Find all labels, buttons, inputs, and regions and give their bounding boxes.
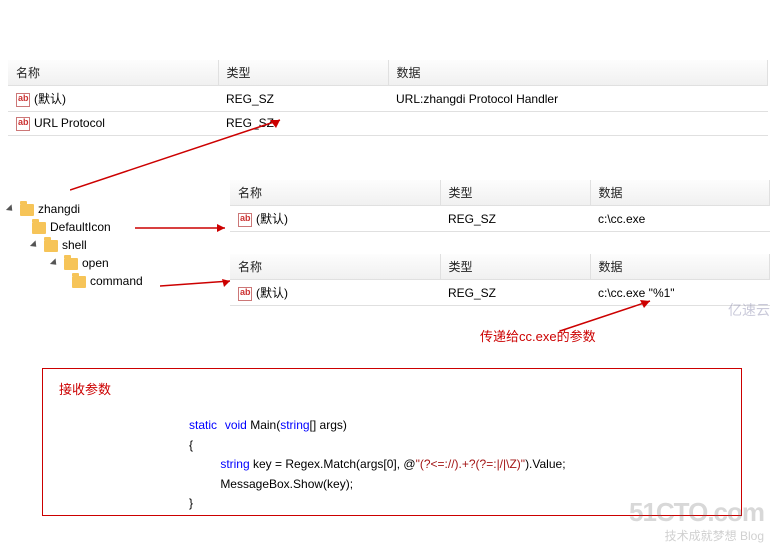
string-value-icon: [16, 93, 30, 107]
cell-name: (默认): [256, 286, 288, 300]
cell-type: REG_SZ: [218, 86, 388, 112]
tree-node-shell[interactable]: shell: [8, 236, 208, 254]
watermark-main: 51CTO.com: [629, 497, 764, 528]
expander-icon[interactable]: [8, 203, 18, 213]
table-row[interactable]: (默认) REG_SZ c:\cc.exe "%1": [230, 280, 770, 306]
folder-icon: [64, 258, 78, 270]
col-name[interactable]: 名称: [230, 180, 440, 206]
registry-table-command: 名称 类型 数据 (默认) REG_SZ c:\cc.exe "%1": [230, 254, 770, 306]
table-row[interactable]: (默认) REG_SZ URL:zhangdi Protocol Handler: [8, 86, 768, 112]
registry-tree: zhangdi DefaultIcon shell open command: [8, 200, 208, 290]
tree-node-open[interactable]: open: [8, 254, 208, 272]
tree-node-defaulticon[interactable]: DefaultIcon: [8, 218, 208, 236]
tree-node-zhangdi[interactable]: zhangdi: [8, 200, 208, 218]
string-value-icon: [238, 287, 252, 301]
code-snippet-title: 接收参数: [59, 379, 725, 398]
col-data[interactable]: 数据: [590, 254, 770, 280]
table-header: 名称 类型 数据: [230, 254, 770, 280]
registry-table-main: 名称 类型 数据 (默认) REG_SZ URL:zhangdi Protoco…: [8, 60, 768, 136]
cell-name: (默认): [34, 92, 66, 106]
folder-icon: [20, 204, 34, 216]
string-value-icon: [16, 117, 30, 131]
cell-data: c:\cc.exe: [590, 206, 770, 232]
table-row[interactable]: (默认) REG_SZ c:\cc.exe: [230, 206, 770, 232]
watermark-cloud: 亿速云: [728, 300, 770, 320]
watermark-sub: 技术成就梦想 Blog: [665, 527, 764, 544]
folder-icon: [32, 222, 46, 234]
cell-data: URL:zhangdi Protocol Handler: [388, 86, 768, 112]
folder-icon: [44, 240, 58, 252]
string-value-icon: [238, 213, 252, 227]
code-snippet-box: 接收参数 static void Main(string[] args) { s…: [42, 368, 742, 516]
cell-type: REG_SZ: [218, 112, 388, 136]
tree-node-command[interactable]: command: [8, 272, 208, 290]
table-header: 名称 类型 数据: [8, 60, 768, 86]
col-name[interactable]: 名称: [8, 60, 218, 86]
cell-type: REG_SZ: [440, 280, 590, 306]
registry-table-defaulticon: 名称 类型 数据 (默认) REG_SZ c:\cc.exe: [230, 180, 770, 232]
col-type[interactable]: 类型: [440, 254, 590, 280]
col-data[interactable]: 数据: [590, 180, 770, 206]
annotation-text: 传递给cc.exe的参数: [480, 326, 596, 345]
cell-name: URL Protocol: [34, 116, 105, 130]
col-name[interactable]: 名称: [230, 254, 440, 280]
cell-data: [388, 112, 768, 136]
table-header: 名称 类型 数据: [230, 180, 770, 206]
col-data[interactable]: 数据: [388, 60, 768, 86]
expander-icon[interactable]: [32, 239, 42, 249]
cell-type: REG_SZ: [440, 206, 590, 232]
code-content: static void Main(string[] args) { string…: [59, 416, 725, 514]
cell-name: (默认): [256, 212, 288, 226]
folder-icon: [72, 276, 86, 288]
table-row[interactable]: URL Protocol REG_SZ: [8, 112, 768, 136]
col-type[interactable]: 类型: [440, 180, 590, 206]
expander-icon[interactable]: [52, 257, 62, 267]
col-type[interactable]: 类型: [218, 60, 388, 86]
